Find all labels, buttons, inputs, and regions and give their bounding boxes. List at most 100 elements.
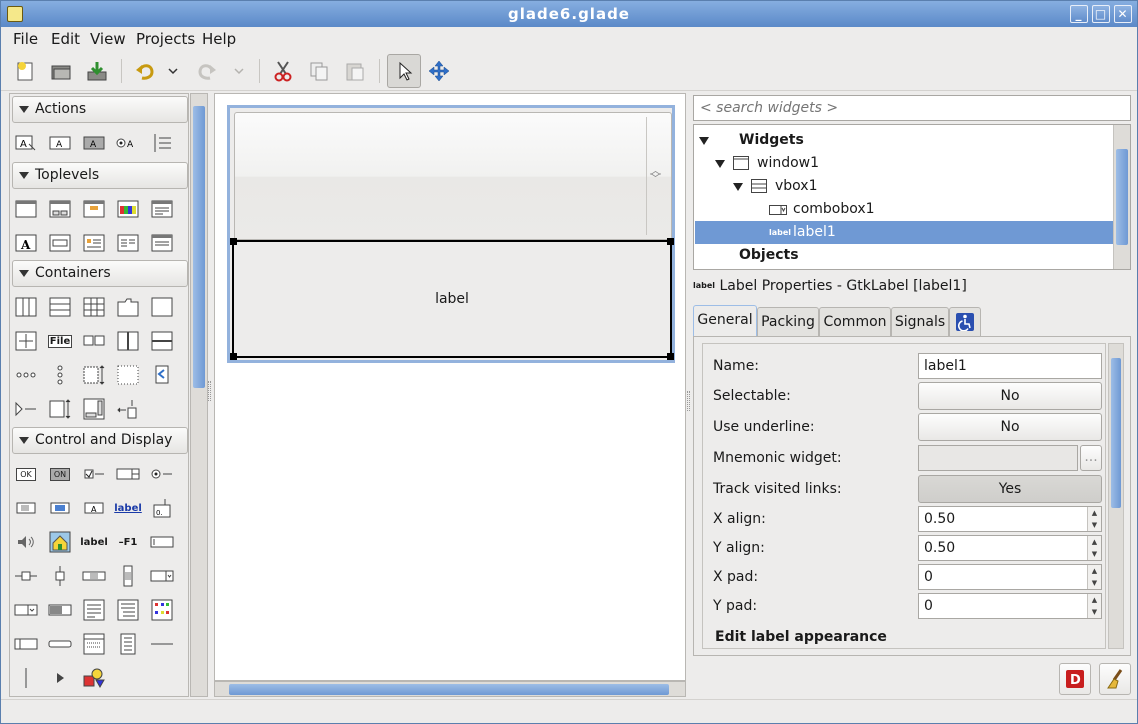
tab-accessibility[interactable] (949, 307, 981, 337)
palette-status-bar-icon[interactable] (14, 633, 38, 655)
delete-widget-button[interactable]: D (1059, 663, 1091, 695)
palette-group-toplevels[interactable]: Toplevels (12, 162, 188, 189)
palette-dialog-icon[interactable] (48, 198, 72, 220)
palette-custom-widget-icon[interactable] (82, 667, 106, 689)
palette-about-dialog-icon[interactable] (82, 198, 106, 220)
palette-drawing-area-icon[interactable] (116, 633, 140, 655)
tab-common[interactable]: Common (819, 307, 891, 337)
palette-image-icon[interactable] (48, 531, 72, 553)
canvas-scroll-thumb[interactable] (229, 684, 669, 695)
palette-hscale-icon[interactable] (14, 565, 38, 587)
palette-message-dialog-icon[interactable] (82, 232, 106, 254)
tab-general[interactable]: General (693, 305, 757, 337)
palette-file-dialog-icon[interactable] (150, 198, 174, 220)
undo-button[interactable] (131, 57, 159, 85)
palette-menu-bar-icon[interactable] (82, 633, 106, 655)
palette-recent-action-icon[interactable]: A (116, 132, 140, 154)
palette-link-button-icon[interactable]: label (114, 497, 142, 519)
palette-font-dialog-icon[interactable]: A (14, 232, 38, 254)
palette-radio-action-icon[interactable]: A (82, 132, 106, 154)
use-underline-toggle[interactable]: No (918, 413, 1102, 441)
palette-file-chooser-button-icon[interactable] (14, 497, 38, 519)
palette-layout-icon[interactable] (82, 364, 106, 386)
palette-scrollbar[interactable] (190, 93, 208, 697)
palette-group-actions[interactable]: Actions (12, 96, 188, 123)
mnemonic-widget-field[interactable] (918, 445, 1078, 471)
resize-handle[interactable] (230, 353, 237, 360)
minimize-button[interactable]: _ (1070, 5, 1088, 23)
pane-grip[interactable] (687, 391, 690, 411)
tree-scroll-thumb[interactable] (1116, 149, 1128, 245)
palette-label-icon[interactable]: label (80, 531, 108, 553)
palette-scroll-thumb[interactable] (193, 106, 205, 388)
palette-vscale-icon[interactable] (48, 565, 72, 587)
tree-scrollbar[interactable] (1113, 125, 1130, 269)
palette-viewport-icon[interactable] (48, 398, 72, 420)
palette-color-dialog-icon[interactable] (116, 198, 140, 220)
canvas-hscrollbar[interactable] (214, 681, 686, 697)
palette-arrow-icon[interactable] (48, 667, 72, 689)
redo-button[interactable] (193, 57, 221, 85)
menu-projects[interactable]: Projects (136, 29, 195, 49)
palette-scale-button-icon[interactable]: 0. (150, 497, 174, 519)
palette-action-group-icon[interactable] (150, 132, 174, 154)
palette-fixed-icon[interactable] (116, 364, 140, 386)
palette-combo-entry-icon[interactable] (14, 599, 38, 621)
mnemonic-browse-button[interactable]: ... (1080, 445, 1102, 471)
palette-vbox-icon[interactable] (48, 296, 72, 318)
designer-window1[interactable]: ︿ ﹀ label (227, 105, 675, 363)
palette-event-box-icon[interactable] (150, 364, 174, 386)
name-field[interactable]: label1 (918, 353, 1102, 379)
palette-vscrollbar-icon[interactable] (116, 565, 140, 587)
palette-volume-button-icon[interactable] (14, 531, 38, 553)
expander-icon[interactable] (715, 160, 725, 168)
palette-entry-icon[interactable] (150, 531, 174, 553)
palette-page-setup-icon[interactable] (116, 232, 140, 254)
palette-table-icon[interactable] (82, 296, 106, 318)
menu-edit[interactable]: Edit (51, 29, 80, 49)
palette-tree-view-icon[interactable] (116, 599, 140, 621)
properties-scrollbar[interactable] (1108, 343, 1124, 649)
title-bar[interactable]: glade6.glade _ □ ✕ (1, 1, 1137, 27)
palette-alignment-icon[interactable] (116, 398, 140, 420)
pointer-mode-button[interactable] (387, 54, 421, 88)
palette-accel-label-icon[interactable]: –F1 (116, 531, 140, 553)
cut-button[interactable] (269, 57, 297, 85)
palette-assistant-icon[interactable] (150, 232, 174, 254)
save-button[interactable] (83, 57, 111, 85)
open-button[interactable] (47, 57, 75, 85)
palette-aspect-frame-icon[interactable] (14, 330, 38, 352)
yalign-spinner[interactable]: 0.50 ▲ ▼ (918, 535, 1102, 561)
spin-arrows-icon[interactable]: ▲ ▼ (1087, 565, 1101, 589)
palette-frame-icon[interactable] (150, 296, 174, 318)
palette-check-button-icon[interactable] (82, 463, 106, 485)
close-button[interactable]: ✕ (1114, 5, 1132, 23)
palette-scrolled-window-icon[interactable] (82, 398, 106, 420)
palette-hpaned-icon[interactable] (116, 330, 140, 352)
palette-input-dialog-icon[interactable] (48, 232, 72, 254)
clear-button[interactable] (1099, 663, 1131, 695)
tab-signals[interactable]: Signals (891, 307, 949, 337)
properties-scroll-thumb[interactable] (1111, 358, 1121, 508)
palette-hseparator-icon[interactable] (150, 633, 174, 655)
paste-button[interactable] (341, 57, 369, 85)
palette-toggle-action-icon[interactable]: A (48, 132, 72, 154)
drag-resize-button[interactable] (425, 57, 453, 85)
menu-file[interactable]: File (13, 29, 38, 49)
undo-dropdown[interactable] (163, 57, 183, 85)
palette-toolbar-icon[interactable] (82, 330, 106, 352)
designer-label1[interactable]: label (230, 238, 674, 360)
search-widgets-input[interactable] (693, 95, 1131, 121)
palette-notebook-icon[interactable] (116, 296, 140, 318)
resize-handle[interactable] (230, 238, 237, 245)
palette-progress-bar-icon[interactable] (48, 599, 72, 621)
redo-dropdown[interactable] (229, 57, 249, 85)
expander-icon[interactable] (733, 183, 743, 191)
ypad-spinner[interactable]: 0 ▲ ▼ (918, 593, 1102, 619)
spin-arrows-icon[interactable]: ▲ ▼ (1087, 507, 1101, 531)
designer-combobox1[interactable]: ︿ ﹀ (234, 112, 672, 240)
new-button[interactable] (11, 57, 39, 85)
resize-handle[interactable] (667, 353, 674, 360)
selectable-toggle[interactable]: No (918, 382, 1102, 410)
palette-icon-view-icon[interactable] (150, 599, 174, 621)
